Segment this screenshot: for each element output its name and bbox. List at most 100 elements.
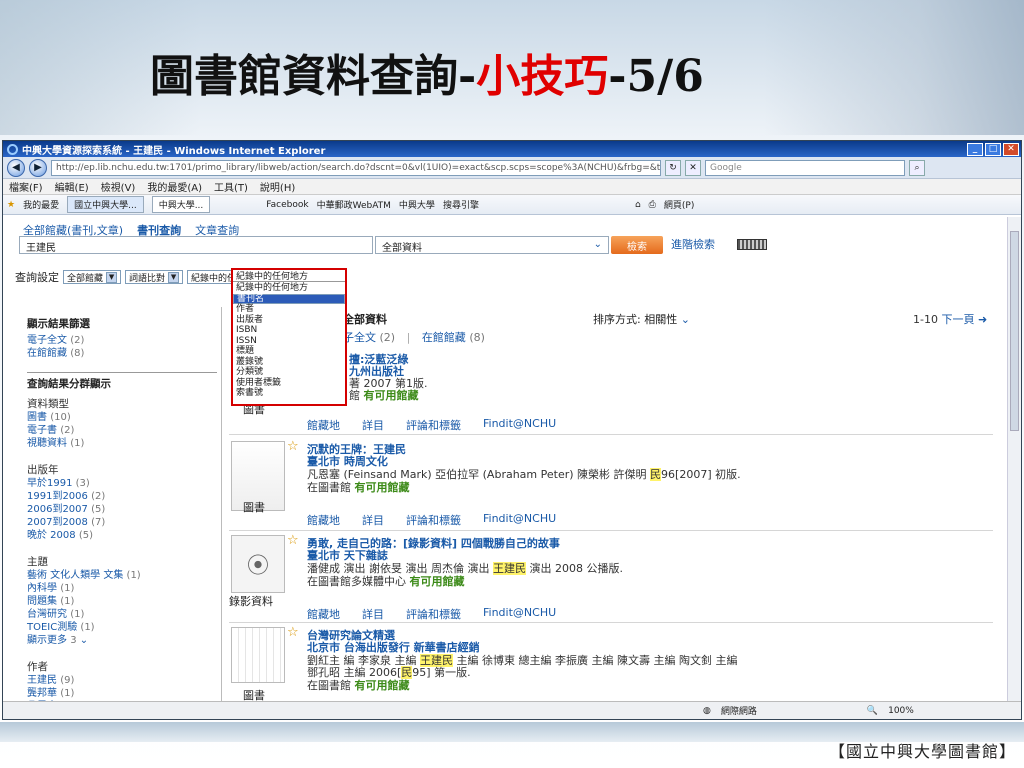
chevron-down-icon: ⌄	[680, 313, 690, 326]
home-icon[interactable]: ⌂	[635, 200, 641, 210]
facet-item[interactable]: 晚於 2008 (5)	[27, 529, 217, 542]
keyboard-icon[interactable]	[737, 239, 767, 250]
facet-item[interactable]: 2007到2008 (7)	[27, 516, 217, 529]
zoom-level[interactable]: 100%	[888, 706, 914, 716]
url-input[interactable]: http://ep.lib.nchu.edu.tw:1701/primo_lib…	[51, 159, 661, 176]
favlink-webatm[interactable]: 中華郵政WebATM	[317, 198, 391, 211]
link-findit[interactable]: Findit@NCHU	[483, 512, 556, 528]
link-reviews[interactable]: 評論和標籤	[406, 606, 461, 622]
menu-bar: 檔案(F) 編輯(E) 檢視(V) 我的最愛(A) 工具(T) 說明(H)	[3, 179, 1021, 195]
search-icon[interactable]: ⌕	[909, 159, 925, 176]
show-more-link[interactable]: 顯示更多 3 ⌄	[27, 634, 217, 647]
refresh-icon[interactable]: ↻	[665, 159, 681, 176]
back-icon[interactable]: ◀	[7, 158, 25, 177]
dropdown-option[interactable]: ISSN	[233, 336, 345, 347]
vertical-scrollbar[interactable]	[1007, 217, 1021, 703]
menu-item-help[interactable]: 說明(H)	[260, 179, 295, 194]
dropdown-option[interactable]: 紀錄中的任何地方	[233, 283, 345, 294]
scrollbar-thumb[interactable]	[1010, 231, 1019, 431]
book-cover-image[interactable]	[231, 627, 285, 683]
film-reel-icon[interactable]: ⦿	[231, 535, 285, 593]
browser-search-input[interactable]: Google	[705, 159, 905, 176]
facet-group-title: 作者	[27, 661, 48, 673]
link-location[interactable]: 館藏地	[307, 606, 340, 622]
stop-icon[interactable]: ✕	[685, 159, 701, 176]
filter-in-library[interactable]: 在館館藏 (8)	[27, 347, 217, 360]
facet-item[interactable]: 藝術 文化人類學 文集 (1)	[27, 569, 217, 582]
menu-item-edit[interactable]: 編輯(E)	[55, 179, 89, 194]
print-icon[interactable]: ⎙	[649, 200, 656, 210]
record-availability: 館 有可用館藏	[349, 389, 419, 402]
forward-icon[interactable]: ▶	[29, 158, 47, 177]
star-icon[interactable]: ☆	[287, 533, 299, 548]
record-availability: 在圖書館 有可用館藏	[307, 679, 410, 692]
sort-control[interactable]: 排序方式: 相關性 ⌄	[593, 311, 690, 327]
dropdown-option[interactable]: 分類號	[233, 367, 345, 378]
match-select[interactable]: 詞語比對 ▼	[125, 270, 184, 284]
subtab-fulltext[interactable]: 子全文 (2)	[343, 331, 395, 344]
dropdown-option[interactable]: 叢錄號	[233, 357, 345, 368]
dropdown-option[interactable]: 作者	[233, 304, 345, 315]
facet-item[interactable]: 視聽資料 (1)	[27, 437, 217, 450]
close-button[interactable]: ✕	[1003, 142, 1019, 156]
favorites-button[interactable]: 我的最愛	[23, 198, 59, 211]
dropdown-option[interactable]: 索書號	[233, 388, 345, 399]
minimize-button[interactable]: _	[967, 142, 983, 156]
facet-item[interactable]: 電子書 (2)	[27, 424, 217, 437]
dropdown-option[interactable]: 出版者	[233, 315, 345, 326]
query-input[interactable]: 王建民	[19, 236, 373, 254]
facet-item[interactable]: 早於1991 (3)	[27, 477, 217, 490]
link-findit[interactable]: Findit@NCHU	[483, 417, 556, 433]
link-reviews[interactable]: 評論和標籤	[406, 512, 461, 528]
favlink-search-engines[interactable]: 搜尋引擎	[443, 198, 479, 211]
facet-item[interactable]: 內科學 (1)	[27, 582, 217, 595]
scope-select[interactable]: 全部資料 ⌄	[375, 236, 609, 254]
collection-select[interactable]: 全部館藏 ▼	[63, 270, 122, 284]
facet-item[interactable]: 台灣研究 (1)	[27, 608, 217, 621]
link-reviews[interactable]: 評論和標籤	[406, 417, 461, 433]
facet-item[interactable]: 龔邦華 (1)	[27, 687, 217, 700]
page-menu[interactable]: 網頁(P)	[664, 198, 694, 211]
menu-item-favorites[interactable]: 我的最愛(A)	[147, 179, 202, 194]
menu-item-view[interactable]: 檢視(V)	[101, 179, 136, 194]
facet-item[interactable]: 圖書 (10)	[27, 411, 217, 424]
menu-item-tools[interactable]: 工具(T)	[214, 179, 248, 194]
facet-item[interactable]: 王建民 (9)	[27, 674, 217, 687]
filter-fulltext[interactable]: 電子全文 (2)	[27, 334, 217, 347]
zoom-icon[interactable]: 🔍	[867, 706, 878, 716]
advanced-search-link[interactable]: 進階檢索	[671, 236, 715, 252]
menu-item-file[interactable]: 檔案(F)	[9, 179, 43, 194]
sidebar: 顯示結果篩選 電子全文 (2) 在館館藏 (8) 查詢結果分群顯示 資料類型 圖書…	[17, 307, 217, 703]
dropdown-option[interactable]: ISBN	[233, 325, 345, 336]
address-bar: ◀ ▶ http://ep.lib.nchu.edu.tw:1701/primo…	[3, 157, 1021, 179]
facet-item[interactable]: 問題集 (1)	[27, 595, 217, 608]
record-availability: 在圖書館多媒體中心 有可用館藏	[307, 575, 465, 588]
tab-2[interactable]: 中興大學...	[151, 196, 211, 213]
facet-item[interactable]: 2006到2007 (5)	[27, 503, 217, 516]
record-availability: 在圖書館 有可用館藏	[307, 481, 410, 494]
favlink-facebook[interactable]: Facebook	[266, 200, 308, 210]
facet-item[interactable]: 1991到2006 (2)	[27, 490, 217, 503]
favlink-nchu[interactable]: 中興大學	[399, 198, 435, 211]
dropdown-option[interactable]: 書刊名	[233, 293, 345, 304]
record-links: 館藏地 詳目 評論和標籤 Findit@NCHU	[307, 417, 556, 433]
link-findit[interactable]: Findit@NCHU	[483, 606, 556, 622]
pager[interactable]: 1-10 下一頁 ➜	[913, 311, 987, 327]
link-details[interactable]: 詳目	[362, 512, 384, 528]
facet-item[interactable]: TOEIC測驗 (1)	[27, 621, 217, 634]
slide-footer: 【國立中興大學圖書館】	[828, 742, 1016, 761]
star-icon[interactable]: ☆	[287, 625, 299, 640]
link-location[interactable]: 館藏地	[307, 417, 340, 433]
search-button[interactable]: 檢索	[611, 236, 663, 254]
status-bar: ◍ 網際網路 🔍 100%	[3, 701, 1021, 719]
dropdown-option[interactable]: 標題	[233, 346, 345, 357]
link-details[interactable]: 詳目	[362, 417, 384, 433]
link-details[interactable]: 詳目	[362, 606, 384, 622]
link-location[interactable]: 館藏地	[307, 512, 340, 528]
tab-1[interactable]: 國立中興大學...	[67, 196, 144, 213]
maximize-button[interactable]: □	[985, 142, 1001, 156]
subtab-in-library[interactable]: 在館館藏 (8)	[422, 331, 485, 344]
window-title: 中興大學資源探索系統 - 王建民 - Windows Internet Expl…	[22, 145, 326, 157]
dropdown-option[interactable]: 使用者標籤	[233, 378, 345, 389]
star-icon[interactable]: ☆	[287, 439, 299, 454]
